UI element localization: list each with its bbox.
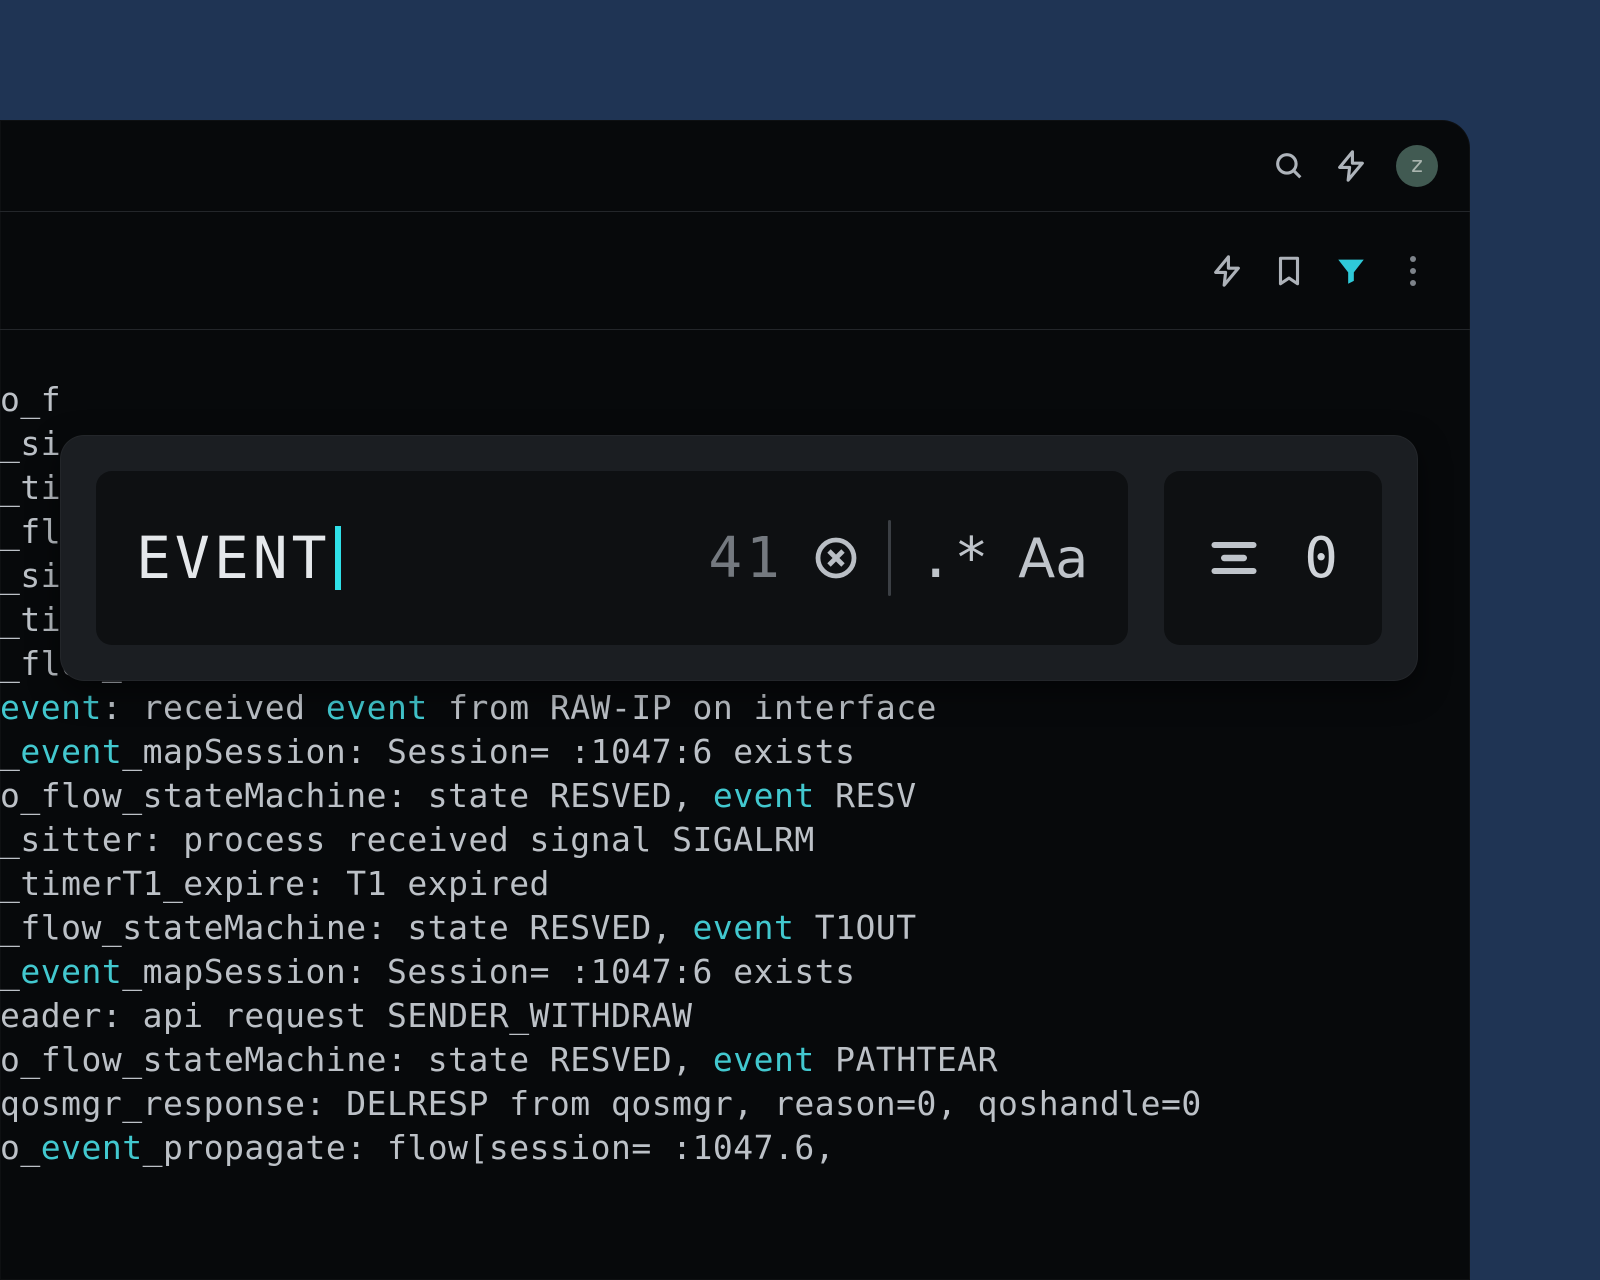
bolt-icon[interactable] bbox=[1210, 254, 1244, 288]
search-icon[interactable] bbox=[1272, 149, 1306, 183]
match-count: 41 bbox=[708, 526, 783, 591]
content-toolbar bbox=[0, 212, 1470, 330]
match-line-box: 0 bbox=[1164, 471, 1382, 645]
search-input[interactable]: EVENT bbox=[136, 524, 341, 592]
log-area: o_f_si_ti_fl_si_timerT1_expire: T1 expir… bbox=[0, 330, 1470, 1170]
text-caret bbox=[335, 526, 341, 590]
search-popover: EVENT 41 .* Aa 0 bbox=[60, 435, 1418, 681]
bookmark-icon[interactable] bbox=[1272, 254, 1306, 288]
log-viewer-window: z o_f_si_ti_fl_si_timerT1_expire: T1 exp… bbox=[0, 120, 1470, 1280]
filter-icon[interactable] bbox=[1334, 254, 1368, 288]
avatar[interactable]: z bbox=[1396, 145, 1438, 187]
divider bbox=[888, 520, 891, 596]
regex-toggle[interactable]: .* bbox=[919, 526, 990, 591]
group-count: 0 bbox=[1304, 526, 1338, 591]
clear-search-icon[interactable] bbox=[812, 534, 860, 582]
titlebar: z bbox=[0, 120, 1470, 212]
bolt-icon[interactable] bbox=[1334, 149, 1368, 183]
case-sensitive-toggle[interactable]: Aa bbox=[1018, 527, 1088, 590]
search-input-value: EVENT bbox=[136, 524, 331, 592]
search-field[interactable]: EVENT 41 .* Aa bbox=[96, 471, 1128, 645]
more-menu-icon[interactable] bbox=[1396, 254, 1430, 288]
wrap-matches-icon[interactable] bbox=[1208, 532, 1260, 584]
